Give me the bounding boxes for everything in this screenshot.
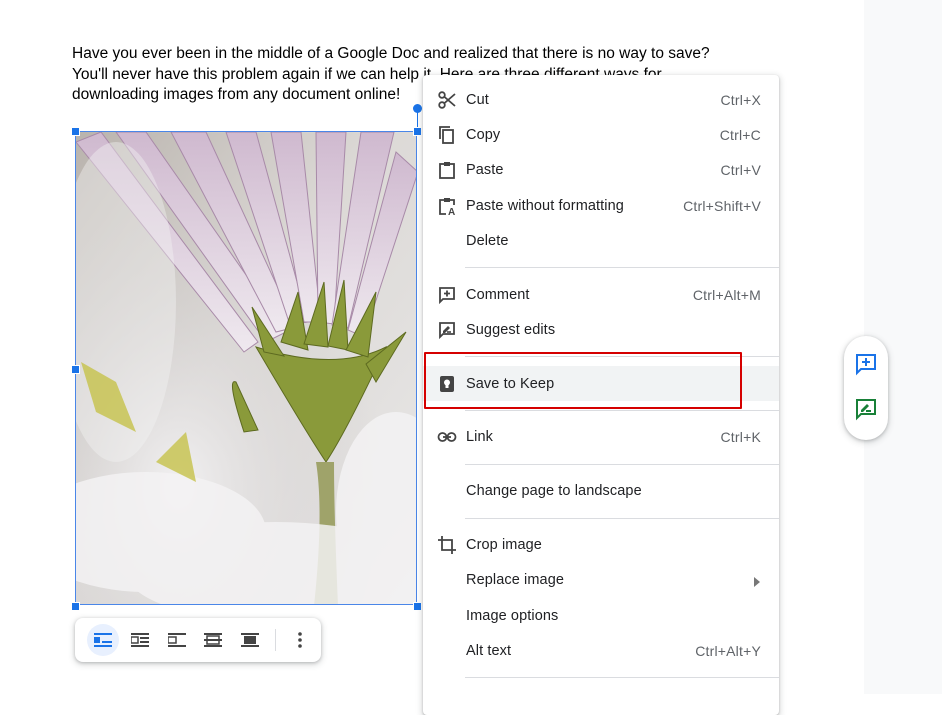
highlight-box (424, 352, 742, 409)
menu-item-label: Alt text (466, 642, 512, 659)
menu-item-suggest-edits[interactable]: Suggest edits (423, 312, 779, 347)
menu-item-label: Suggest edits (466, 321, 556, 338)
add-comment-icon[interactable] (854, 352, 878, 376)
menu-item-label: Change page to landscape (466, 482, 642, 499)
menu-item-label: Replace image (466, 571, 565, 588)
menu-item-shortcut: Ctrl+Alt+Y (695, 642, 761, 659)
menu-item-shortcut: Ctrl+X (720, 91, 761, 108)
menu-divider (465, 410, 779, 411)
menu-item-label: Image options (466, 607, 559, 624)
menu-item-comment[interactable]: Comment Ctrl+Alt+M (423, 277, 779, 312)
menu-divider (465, 267, 779, 268)
in-front-of-text-icon[interactable] (234, 624, 266, 656)
menu-item-crop-image[interactable]: Crop image (423, 527, 779, 562)
behind-text-icon[interactable] (197, 624, 229, 656)
menu-item-label: Paste without formatting (466, 197, 624, 214)
resize-handle[interactable] (71, 127, 80, 136)
image-options-toolbar (75, 618, 321, 662)
menu-item-alt-text[interactable]: Alt text Ctrl+Alt+Y (423, 633, 779, 668)
toolbar-divider (275, 629, 277, 651)
menu-item-cut[interactable]: Cut Ctrl+X (423, 82, 779, 117)
resize-handle[interactable] (413, 602, 422, 611)
flower-image[interactable] (75, 131, 417, 605)
resize-handle[interactable] (71, 602, 80, 611)
menu-item-label: Delete (466, 232, 509, 249)
flower-photo (76, 132, 416, 604)
menu-divider (465, 677, 779, 678)
break-text-icon[interactable] (161, 624, 193, 656)
menu-item-link[interactable]: Link Ctrl+K (423, 419, 779, 454)
paragraph-line: Have you ever been in the middle of a Go… (72, 45, 710, 62)
menu-item-shortcut: Ctrl+C (719, 126, 761, 143)
menu-item-shortcut: Ctrl+Shift+V (683, 197, 761, 214)
link-icon (437, 427, 457, 447)
menu-item-replace-image[interactable]: Replace image (423, 562, 779, 597)
clipboard-icon (437, 160, 457, 180)
menu-item-shortcut: Ctrl+K (720, 428, 761, 445)
menu-item-delete[interactable]: Delete (423, 223, 779, 258)
menu-item-copy[interactable]: Copy Ctrl+C (423, 117, 779, 152)
scissors-icon (437, 90, 457, 110)
rotation-handle[interactable] (413, 104, 422, 113)
menu-item-label: Cut (466, 91, 489, 108)
wrap-text-icon[interactable] (124, 624, 156, 656)
suggest-edits-icon[interactable] (854, 397, 878, 421)
menu-item-image-options[interactable]: Image options (423, 598, 779, 633)
menu-item-label: Copy (466, 126, 501, 143)
clipboard-text-icon: A (437, 196, 457, 218)
menu-item-shortcut: Ctrl+Alt+M (692, 286, 761, 303)
menu-item-label: Link (466, 428, 493, 445)
menu-item-paste-without-formatting[interactable]: A Paste without formatting Ctrl+Shift+V (423, 188, 779, 223)
svg-text:A: A (448, 207, 455, 216)
menu-item-change-page-to-landscape[interactable]: Change page to landscape (423, 473, 779, 508)
rate-review-icon (437, 320, 457, 340)
menu-item-shortcut: Ctrl+V (720, 161, 761, 178)
chevron-right-icon (753, 574, 761, 592)
resize-handle[interactable] (71, 365, 80, 374)
copy-icon (437, 125, 457, 145)
menu-item-paste[interactable]: Paste Ctrl+V (423, 152, 779, 187)
menu-item-label: Crop image (466, 536, 542, 553)
more-options-icon[interactable] (284, 624, 316, 656)
menu-item-label: Comment (466, 286, 530, 303)
menu-item-label: Paste (466, 161, 504, 178)
side-actions (844, 336, 888, 440)
crop-icon (437, 535, 457, 555)
menu-divider (465, 518, 779, 519)
menu-divider (465, 464, 779, 465)
inline-icon[interactable] (87, 624, 119, 656)
resize-handle[interactable] (413, 127, 422, 136)
add-comment-icon (437, 285, 457, 305)
